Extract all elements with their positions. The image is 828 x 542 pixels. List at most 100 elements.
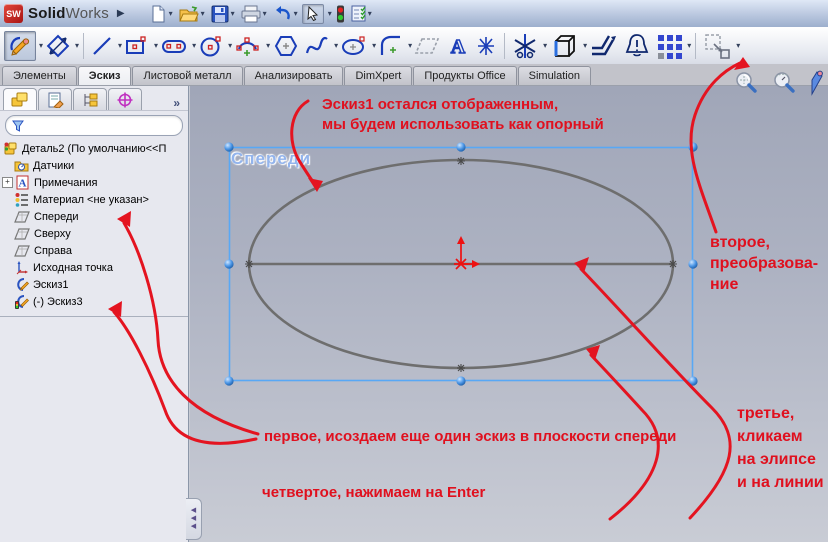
dropdown-caret-icon[interactable]: ▾	[228, 41, 232, 50]
move-entities-icon	[702, 32, 732, 60]
collapse-arrow-icon: ◀	[191, 524, 196, 530]
dropdown-caret-icon[interactable]: ▾	[192, 41, 196, 50]
circle-tool-button[interactable]	[197, 31, 225, 61]
tree-expander-icon[interactable]: +	[2, 177, 13, 188]
tree-item-origin[interactable]: Исходная точка	[0, 259, 188, 276]
display-relations-button[interactable]	[622, 30, 652, 62]
toolbar-separator	[83, 33, 84, 59]
undo-button[interactable]: ▾	[271, 4, 300, 24]
select-tool-button[interactable]	[302, 4, 324, 24]
save-button[interactable]: ▾	[209, 4, 237, 24]
ellipse-icon	[340, 34, 368, 58]
dropdown-caret-icon[interactable]: ▾	[169, 9, 173, 18]
spline-tool-button[interactable]	[303, 31, 331, 61]
dropdown-caret-icon[interactable]: ▾	[75, 41, 79, 50]
trim-icon	[511, 32, 539, 60]
dropdown-caret-icon[interactable]: ▾	[118, 41, 122, 50]
dropdown-caret-icon[interactable]: ▾	[266, 41, 270, 50]
tree-item-annotations[interactable]: + A Примечания	[0, 174, 188, 191]
dropdown-caret-icon[interactable]: ▾	[294, 9, 298, 18]
tree-item-sketch3[interactable]: (-) Эскиз3	[0, 293, 188, 310]
tab-office-products[interactable]: Продукты Office	[413, 66, 516, 85]
dropdown-caret-icon[interactable]: ▾	[263, 9, 267, 18]
dropdown-caret-icon[interactable]: ▾	[39, 41, 43, 50]
tab-simulation[interactable]: Simulation	[518, 66, 591, 85]
panel-expand-button[interactable]: »	[173, 96, 180, 110]
interference-check-button[interactable]	[334, 4, 347, 24]
linear-pattern-button[interactable]	[654, 30, 684, 62]
ellipse-tool-button[interactable]	[339, 32, 369, 60]
tree-item-front-plane[interactable]: Спереди	[0, 208, 188, 225]
sensors-icon	[14, 158, 29, 173]
point-tool-button[interactable]	[473, 31, 499, 61]
zoom-fit-icon[interactable]	[734, 71, 758, 95]
options-button[interactable]: ▾	[349, 4, 374, 23]
slot-icon	[160, 34, 188, 58]
text-tool-button[interactable]: A	[445, 31, 471, 61]
new-document-button[interactable]: ▾	[147, 4, 175, 24]
fillet-tool-button[interactable]	[377, 31, 405, 61]
tree-item-top-plane[interactable]: Сверху	[0, 225, 188, 242]
dropdown-caret-icon[interactable]: ▾	[368, 9, 372, 18]
tree-item-material[interactable]: Материал <не указан>	[0, 191, 188, 208]
offset-entities-icon	[589, 32, 619, 60]
dropdown-caret-icon[interactable]: ▾	[372, 41, 376, 50]
open-button[interactable]: ▾	[177, 4, 207, 24]
offset-entities-button[interactable]	[588, 30, 620, 62]
tree-filter-input[interactable]	[5, 115, 183, 136]
sketch-corner-icon[interactable]	[810, 70, 824, 96]
dimxpert-manager-icon	[116, 92, 134, 108]
dropdown-caret-icon[interactable]: ▾	[231, 9, 235, 18]
undo-icon	[273, 5, 292, 23]
panel-splitter-handle[interactable]: ◀ ◀ ◀	[186, 498, 202, 540]
dropdown-caret-icon[interactable]: ▾	[687, 41, 691, 50]
property-manager-tab[interactable]	[38, 88, 72, 110]
configuration-manager-tab[interactable]	[73, 88, 107, 110]
title-bar: SW SolidWorks ▶ ▾ ▾ ▾ ▾ ▾ ▾	[0, 0, 828, 28]
tree-root-part[interactable]: Деталь2 (По умолчанию<<П	[0, 140, 188, 157]
tree-item-right-plane[interactable]: Справа	[0, 242, 188, 259]
collapse-arrow-icon: ◀	[191, 516, 196, 522]
part-icon	[3, 141, 18, 156]
tab-evaluate[interactable]: Анализировать	[244, 66, 344, 85]
dropdown-caret-icon[interactable]: ▾	[201, 9, 205, 18]
convert-entities-button[interactable]	[548, 29, 580, 63]
smart-dimension-icon	[45, 33, 71, 59]
tab-elements[interactable]: Элементы	[2, 66, 77, 85]
slot-tool-button[interactable]	[159, 32, 189, 60]
zoom-area-icon[interactable]	[772, 71, 796, 95]
trim-entities-button[interactable]	[510, 30, 540, 62]
svg-text:A: A	[451, 36, 466, 58]
dropdown-caret-icon[interactable]: ▾	[543, 41, 547, 50]
dimxpert-manager-tab[interactable]	[108, 88, 142, 110]
configuration-manager-icon	[81, 92, 99, 108]
dropdown-caret-icon[interactable]: ▾	[583, 41, 587, 50]
annotation-note2: второе, преобразова- ние	[710, 232, 818, 295]
rectangle-tool-button[interactable]	[123, 32, 151, 60]
tab-sheet-metal[interactable]: Листовой металл	[132, 66, 242, 85]
dropdown-caret-icon[interactable]: ▾	[334, 41, 338, 50]
smart-dimension-button[interactable]	[44, 31, 72, 61]
line-tool-button[interactable]	[89, 32, 115, 60]
dropdown-caret-icon[interactable]: ▾	[328, 9, 332, 18]
tree-item-sensors[interactable]: Датчики	[0, 157, 188, 174]
tab-sketch[interactable]: Эскиз	[78, 66, 132, 85]
fillet-icon	[378, 33, 404, 59]
tab-dimxpert[interactable]: DimXpert	[344, 66, 412, 85]
dropdown-caret-icon[interactable]: ▾	[736, 41, 740, 50]
manager-tab-bar: »	[0, 86, 188, 111]
print-button[interactable]: ▾	[239, 4, 269, 24]
feature-manager-tab[interactable]	[3, 88, 37, 110]
plane-tool-button	[413, 31, 443, 61]
dropdown-caret-icon[interactable]: ▾	[408, 41, 412, 50]
feature-manager-icon	[11, 92, 29, 108]
sketch-button[interactable]	[4, 31, 36, 61]
dropdown-caret-icon[interactable]: ▾	[154, 41, 158, 50]
polygon-tool-button[interactable]	[271, 31, 301, 61]
sketch-icon	[14, 277, 29, 292]
arc-tool-button[interactable]	[233, 31, 263, 61]
tree-item-sketch1[interactable]: Эскиз1	[0, 276, 188, 293]
menu-flyout-arrow-icon[interactable]: ▶	[117, 8, 125, 19]
traffic-light-icon	[336, 5, 345, 23]
origin-icon	[14, 260, 29, 275]
